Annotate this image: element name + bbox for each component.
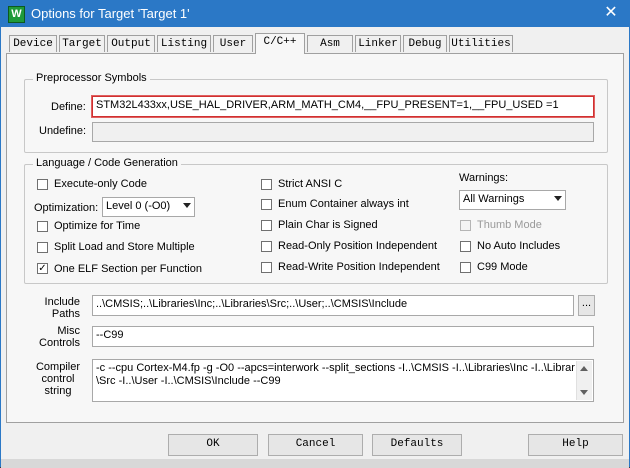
compiler-string-box[interactable]: -c --cpu Cortex-M4.fp -g -O0 --apcs=inte… [92,359,594,402]
split-load-label: Split Load and Store Multiple [54,241,195,253]
help-button[interactable]: Help [528,434,623,456]
undefine-input[interactable] [92,122,594,142]
compiler-label-line3: string [44,385,72,397]
optimization-value: Level 0 (-O0) [106,200,171,212]
compiler-string-line2: \Src -I..\User -I..\CMSIS\Include --C99 [96,375,281,387]
preprocessor-group-label: Preprocessor Symbols [33,72,150,84]
scroll-up-icon[interactable] [580,366,588,371]
tab-device[interactable]: Device [9,35,57,52]
window-title: Options for Target 'Target 1' [31,6,190,21]
ok-button[interactable]: OK [168,434,258,456]
undefine-label: Undefine: [39,125,87,137]
warnings-label: Warnings: [459,172,509,184]
plain-char-label: Plain Char is Signed [278,219,378,231]
tab-utilities[interactable]: Utilities [449,35,513,52]
compiler-label-line2: control [41,373,75,385]
app-icon: W [8,6,25,23]
cc-options-panel: Preprocessor Symbols Define: STM32L433xx… [6,53,624,423]
cancel-button[interactable]: Cancel [268,434,363,456]
misc-label-line1: Misc [57,325,80,337]
tab-debug[interactable]: Debug [403,35,447,52]
include-label-line2: Paths [51,308,80,320]
optimization-select[interactable]: Level 0 (-O0) [102,197,195,217]
misc-label-line2: Controls [39,337,80,349]
tab-bar: Device Target Output Listing User C/C++ … [1,33,629,54]
optimize-time-label: Optimize for Time [54,220,141,232]
enum-container-label: Enum Container always int [278,198,409,210]
thumb-mode-label: Thumb Mode [477,219,542,231]
compiler-string-line1: -c --cpu Cortex-M4.fp -g -O0 --apcs=inte… [96,362,575,374]
rw-pi-label: Read-Write Position Independent [278,261,440,273]
strict-ansi-checkbox[interactable] [261,179,272,190]
tab-target[interactable]: Target [59,35,105,52]
browse-include-button[interactable]: ... [578,295,595,316]
tab-listing[interactable]: Listing [157,35,211,52]
language-group-label: Language / Code Generation [33,157,181,169]
tab-output[interactable]: Output [107,35,155,52]
rw-pi-checkbox[interactable] [261,262,272,273]
defaults-button[interactable]: Defaults [372,434,462,456]
thumb-mode-checkbox [460,220,471,231]
one-elf-label: One ELF Section per Function [54,263,202,275]
options-dialog: W Options for Target 'Target 1' ✕ Device… [0,0,630,468]
compiler-label-line1: Compiler [35,361,80,373]
ro-pi-label: Read-Only Position Independent [278,240,437,252]
scroll-down-icon[interactable] [580,390,588,395]
warnings-select[interactable]: All Warnings [459,190,566,210]
include-paths-input[interactable]: ..\CMSIS;..\Libraries\Inc;..\Libraries\S… [92,295,574,316]
tab-linker[interactable]: Linker [355,35,401,52]
define-input[interactable]: STM32L433xx,USE_HAL_DRIVER,ARM_MATH_CM4,… [92,96,594,117]
split-load-checkbox[interactable] [37,242,48,253]
c99-mode-label: C99 Mode [477,261,528,273]
include-label-line1: Include [44,296,80,308]
compiler-string-label: Compiler control string [35,361,81,397]
misc-controls-label: Misc Controls [37,325,80,349]
optimize-time-checkbox[interactable] [37,221,48,232]
close-icon[interactable]: ✕ [599,2,623,24]
tab-cc[interactable]: C/C++ [255,33,305,54]
tab-user[interactable]: User [213,35,253,52]
one-elf-checkbox[interactable]: ✓ [37,263,48,274]
no-auto-includes-checkbox[interactable] [460,241,471,252]
execute-only-checkbox[interactable] [37,179,48,190]
include-paths-label: Include Paths [44,296,80,320]
ro-pi-checkbox[interactable] [261,241,272,252]
strict-ansi-label: Strict ANSI C [278,178,343,190]
warnings-value: All Warnings [463,193,525,205]
enum-container-checkbox[interactable] [261,199,272,210]
chevron-down-icon [554,196,562,201]
plain-char-checkbox[interactable] [261,220,272,231]
optimization-label: Optimization: [34,202,99,214]
c99-mode-checkbox[interactable] [460,262,471,273]
no-auto-includes-label: No Auto Includes [477,240,561,252]
compiler-string-scrollbar[interactable] [576,361,592,400]
title-bar: W Options for Target 'Target 1' ✕ [1,1,629,27]
chevron-down-icon [183,203,191,208]
define-label: Define: [51,101,86,113]
execute-only-label: Execute-only Code [54,178,147,190]
misc-controls-input[interactable]: --C99 [92,326,594,347]
tab-asm[interactable]: Asm [307,35,353,52]
